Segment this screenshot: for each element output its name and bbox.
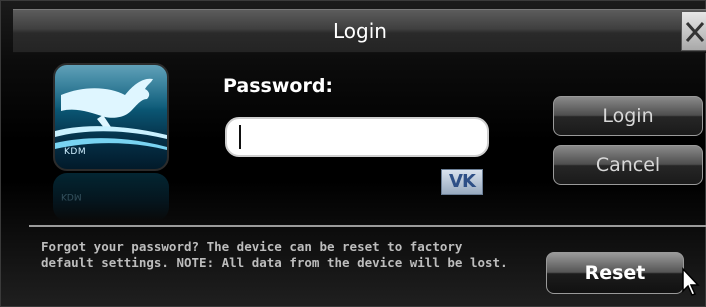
- close-button[interactable]: [681, 11, 706, 51]
- forgot-password-text: Forgot your password? The device can be …: [41, 239, 508, 270]
- login-button[interactable]: Login: [553, 96, 703, 136]
- reset-button[interactable]: Reset: [546, 252, 684, 294]
- app-logo: KDM: [53, 63, 169, 171]
- app-icon-label: KDM: [64, 147, 87, 157]
- cancel-button[interactable]: Cancel: [553, 145, 703, 185]
- close-icon: [685, 22, 705, 42]
- login-dialog: Login KDM KDM Password: VK Login Cancel …: [0, 0, 706, 307]
- password-label: Password:: [223, 75, 334, 97]
- title-bar: Login: [13, 9, 706, 53]
- app-icon-label-reflection: KDM: [61, 191, 82, 201]
- text-caret: [239, 125, 241, 149]
- mouse-pointer-icon: [682, 267, 700, 296]
- divider: [29, 225, 706, 227]
- dialog-title: Login: [333, 19, 387, 43]
- password-input[interactable]: [225, 117, 489, 157]
- virtual-keyboard-button[interactable]: VK: [441, 169, 483, 195]
